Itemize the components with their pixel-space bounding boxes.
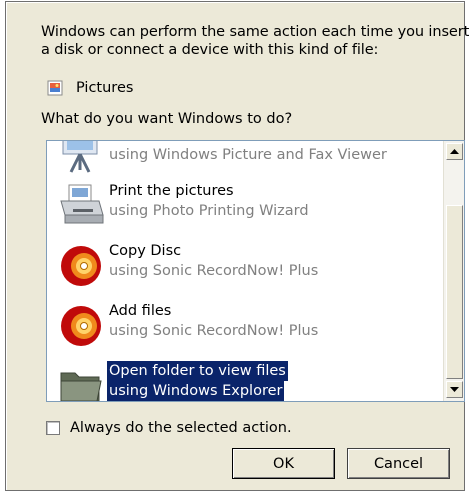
content-type-label: Pictures: [76, 80, 134, 96]
arrow-up-icon: [450, 148, 459, 154]
list-item[interactable]: Copy Disc using Sonic RecordNow! Plus: [47, 237, 444, 297]
folder-icon: [57, 361, 105, 401]
intro-line-2: a disk or connect a device with this kin…: [41, 42, 379, 58]
cancel-button[interactable]: Cancel: [347, 448, 450, 479]
content-type: Pictures: [46, 78, 133, 98]
action-subtitle: using Photo Printing Wizard: [109, 203, 309, 219]
action-title: Open folder to view files: [107, 361, 288, 381]
list-item[interactable]: Print the pictures using Photo Printing …: [47, 177, 444, 237]
always-do-label: Always do the selected action.: [70, 420, 292, 436]
sonic-disc-icon: [57, 301, 105, 349]
pictures-file-icon: [46, 79, 64, 97]
list-item[interactable]: Add files using Sonic RecordNow! Plus: [47, 297, 444, 357]
action-title: Add files: [109, 303, 172, 319]
action-subtitle: using Windows Explorer: [107, 381, 285, 401]
autoplay-dialog: Windows can perform the same action each…: [5, 1, 470, 491]
action-listbox[interactable]: using Windows Picture and Fax Viewer Pri…: [46, 140, 465, 402]
always-do-option[interactable]: Always do the selected action.: [46, 418, 292, 438]
intro-text: Windows can perform the same action each…: [41, 23, 470, 59]
vertical-scrollbar[interactable]: [443, 141, 464, 401]
action-subtitle: using Windows Picture and Fax Viewer: [109, 147, 387, 163]
action-title: Copy Disc: [109, 243, 182, 259]
arrow-down-icon: [450, 386, 459, 392]
action-subtitle: using Sonic RecordNow! Plus: [109, 323, 319, 339]
action-title: Print the pictures: [109, 183, 234, 199]
scroll-up-button[interactable]: [446, 143, 463, 160]
printer-icon: [57, 181, 105, 229]
picture-viewer-icon: [57, 141, 105, 176]
sonic-disc-icon: [57, 241, 105, 289]
scroll-thumb[interactable]: [446, 205, 463, 379]
list-item-selected[interactable]: Open folder to view files using Windows …: [47, 357, 444, 401]
intro-line-1: Windows can perform the same action each…: [41, 24, 470, 40]
action-subtitle: using Sonic RecordNow! Plus: [109, 263, 319, 279]
question-label: What do you want Windows to do?: [41, 111, 293, 127]
always-do-checkbox[interactable]: [46, 421, 60, 435]
ok-button[interactable]: OK: [232, 448, 335, 479]
scroll-down-button[interactable]: [446, 381, 463, 398]
